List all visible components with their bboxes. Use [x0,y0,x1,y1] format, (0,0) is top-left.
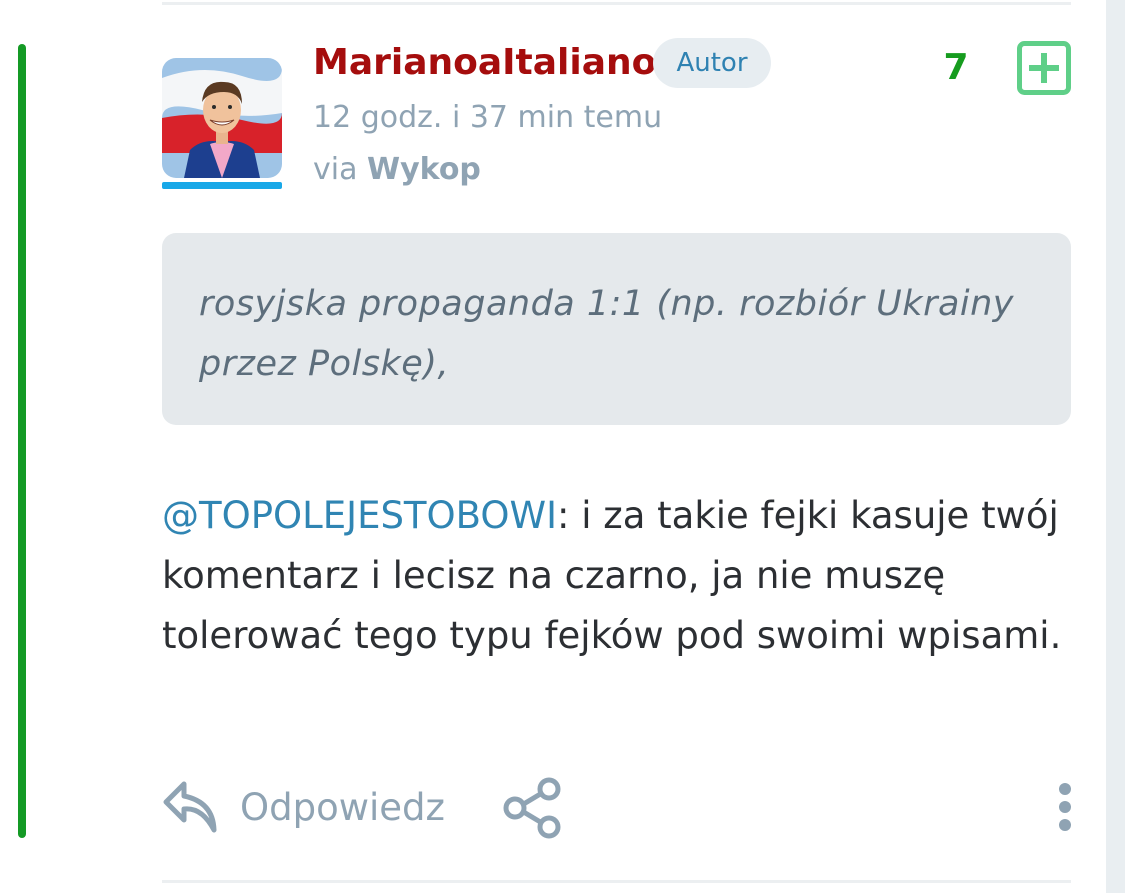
more-options-button[interactable] [1051,780,1079,834]
avatar-icon [162,58,282,178]
entry-timestamp[interactable]: 12 godz. i 37 min temu [313,96,662,140]
source-name[interactable]: Wykop [367,152,481,187]
entry-source: via Wykop [313,148,481,192]
share-icon [503,777,561,839]
avatar[interactable] [162,58,282,178]
more-vertical-icon [1059,783,1071,831]
quoted-text: rosyjska propaganda 1:1 (np. rozbiór Ukr… [162,233,1071,425]
upvote-button[interactable] [1017,41,1071,95]
thread-indicator-bar [18,44,26,838]
author-badge: Autor [653,38,771,88]
avatar-status-underline [162,182,282,189]
author-username[interactable]: MarianoaItaliano [313,38,656,88]
reply-icon [163,781,217,833]
bottom-divider [162,880,1071,883]
share-button[interactable] [501,776,565,840]
top-divider [162,2,1071,5]
user-mention-link[interactable]: @TOPOLEJESTOBOWI [162,494,557,537]
comment-card: MarianoaItaliano Autor 12 godz. i 37 min… [0,0,1106,893]
entry-body: @TOPOLEJESTOBOWI: i za takie fejki kasuj… [162,486,1071,666]
vote-count: 7 [943,47,969,88]
plus-square-icon [1017,41,1071,95]
source-prefix: via [313,152,358,187]
page-background-strip [1106,0,1125,893]
reply-label[interactable]: Odpowiedz [240,782,445,834]
reply-button[interactable] [162,778,218,834]
